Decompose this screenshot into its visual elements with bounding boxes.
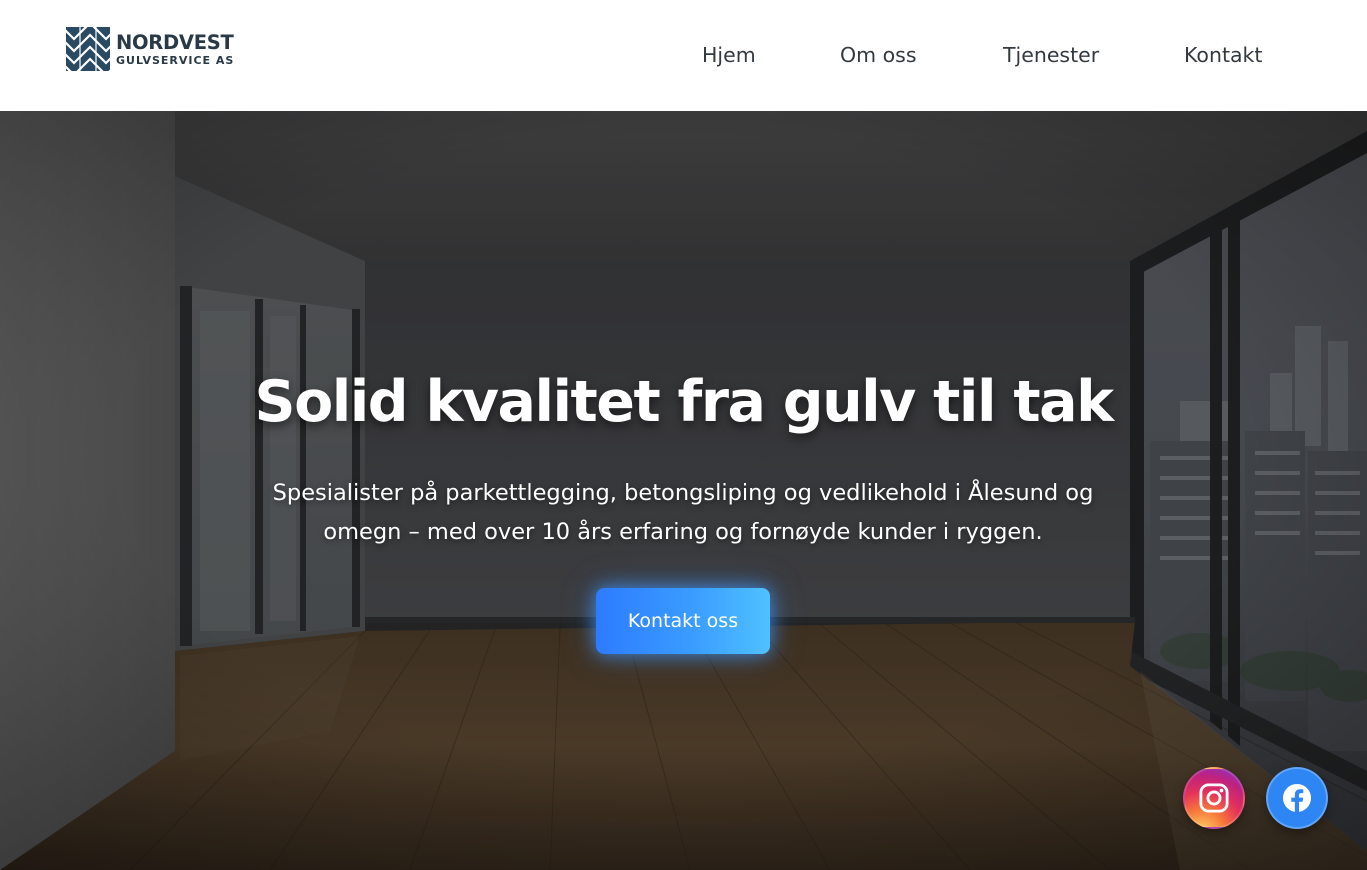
nav-link-services[interactable]: Tjenester [1003,41,1099,69]
site-header: NORDVEST GULVSERVICE AS Hjem Om oss Tjen… [0,0,1367,111]
instagram-link[interactable] [1183,767,1245,829]
facebook-icon [1282,783,1312,813]
nav-link-home[interactable]: Hjem [702,41,756,69]
nav-link-about[interactable]: Om oss [840,41,917,69]
facebook-link[interactable] [1266,767,1328,829]
main-nav: Hjem Om oss Tjenester Kontakt [0,41,1367,71]
hero-section: Solid kvalitet fra gulv til tak Spesiali… [0,111,1367,870]
hero-subtitle-line-1: Spesialister på parkettlegging, betongsl… [272,480,1094,506]
contact-us-button[interactable]: Kontakt oss [596,588,770,654]
hero-subtitle: Spesialister på parkettlegging, betongsl… [233,474,1133,552]
hero-subtitle-line-2: omegn – med over 10 års erfaring og forn… [323,519,1043,545]
hero-title: Solid kvalitet fra gulv til tak [254,369,1114,435]
nav-link-contact[interactable]: Kontakt [1184,41,1262,69]
instagram-icon [1199,783,1229,813]
